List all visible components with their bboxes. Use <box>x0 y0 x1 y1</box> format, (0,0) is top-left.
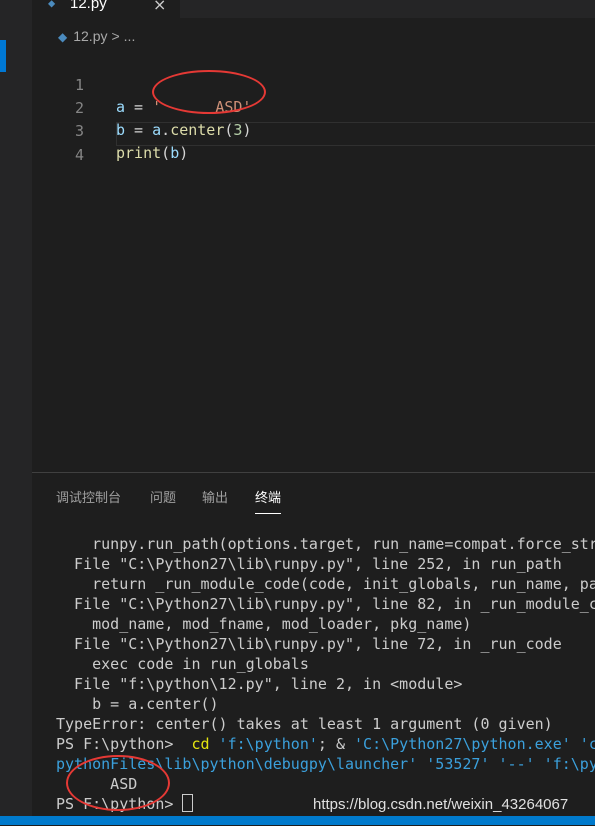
terminal-error-line: TypeError: center() takes at least 1 arg… <box>56 715 553 733</box>
line-number: 3 <box>74 122 84 140</box>
python-file-icon: ◆ <box>48 0 56 10</box>
code-token: b <box>116 121 126 139</box>
code-token: ) <box>242 121 252 139</box>
line-number: 1 <box>74 76 84 94</box>
code-token: ( <box>161 144 171 162</box>
tab-title[interactable]: 12.py <box>70 0 107 12</box>
explorer-active-indicator[interactable] <box>0 40 6 72</box>
terminal-arg: 'c <box>579 735 595 753</box>
terminal-line: b = a.center() <box>56 695 219 713</box>
watermark: https://blog.csdn.net/weixin_43264067 <box>313 796 569 813</box>
breadcrumb-separator: > <box>111 28 120 44</box>
tab-output[interactable]: 输出 <box>202 487 228 506</box>
tab-problems[interactable]: 问题 <box>150 487 176 506</box>
line-number: 4 <box>74 146 84 164</box>
python-file-icon: ◆ <box>58 30 68 44</box>
terminal-line: return _run_module_code(code, init_globa… <box>56 575 595 593</box>
status-bar <box>0 816 595 825</box>
terminal-command: cd <box>182 735 210 753</box>
breadcrumb-file[interactable]: 12.py <box>73 28 107 44</box>
code-editor[interactable]: 1 a = ' ASD' 2 b = a.center(3) 3 print(b… <box>32 52 595 472</box>
close-icon[interactable]: × <box>153 0 166 14</box>
code-token: . <box>161 121 171 139</box>
tab-terminal[interactable]: 终端 <box>255 487 282 514</box>
terminal-cursor <box>182 794 194 812</box>
code-token: ) <box>179 144 189 162</box>
terminal-line: mod_name, mod_fname, mod_loader, pkg_nam… <box>56 615 472 633</box>
terminal-command-line: PS F:\python> cd 'f:\python'; & 'C:\Pyth… <box>56 734 595 754</box>
code-token: a <box>116 98 126 116</box>
code-line-2: 2 b = a.center(3) <box>32 75 252 139</box>
code-token: a <box>152 121 162 139</box>
terminal-line: File "C:\Python27\lib\runpy.py", line 25… <box>56 555 562 573</box>
terminal-line: File "C:\Python27\lib\runpy.py", line 72… <box>56 635 562 653</box>
code-line-3: 3 print(b) <box>32 98 188 162</box>
terminal-separator: ; & <box>317 735 355 753</box>
terminal-arg: 'f:\python' <box>209 735 318 753</box>
terminal-line: exec code in run_globals <box>56 655 309 673</box>
annotation-ellipse <box>66 755 170 811</box>
line-number: 2 <box>74 99 84 117</box>
code-token: print <box>116 144 162 162</box>
tab-debug-console[interactable]: 调试控制台 <box>56 487 121 506</box>
code-token: = <box>125 121 153 139</box>
code-line-1: 1 a = ' ASD' <box>32 52 252 116</box>
terminal-line: File "C:\Python27\lib\runpy.py", line 82… <box>56 595 595 613</box>
code-token: b <box>170 144 180 162</box>
breadcrumb-more[interactable]: ... <box>124 28 136 44</box>
code-token: = <box>125 98 153 116</box>
terminal-line: runpy.run_path(options.target, run_name=… <box>56 535 595 553</box>
terminal-arg: 'C:\Python27\python.exe' <box>354 735 571 753</box>
terminal-line: File "f:\python\12.py", line 2, in <modu… <box>56 675 463 693</box>
breadcrumb: ◆ 12.py >... <box>58 28 135 44</box>
activity-bar <box>0 0 32 825</box>
terminal-prompt: PS F:\python> <box>56 735 183 753</box>
code-line-4: 4 <box>32 122 84 164</box>
code-token: center <box>170 121 225 139</box>
annotation-ellipse <box>152 70 266 114</box>
